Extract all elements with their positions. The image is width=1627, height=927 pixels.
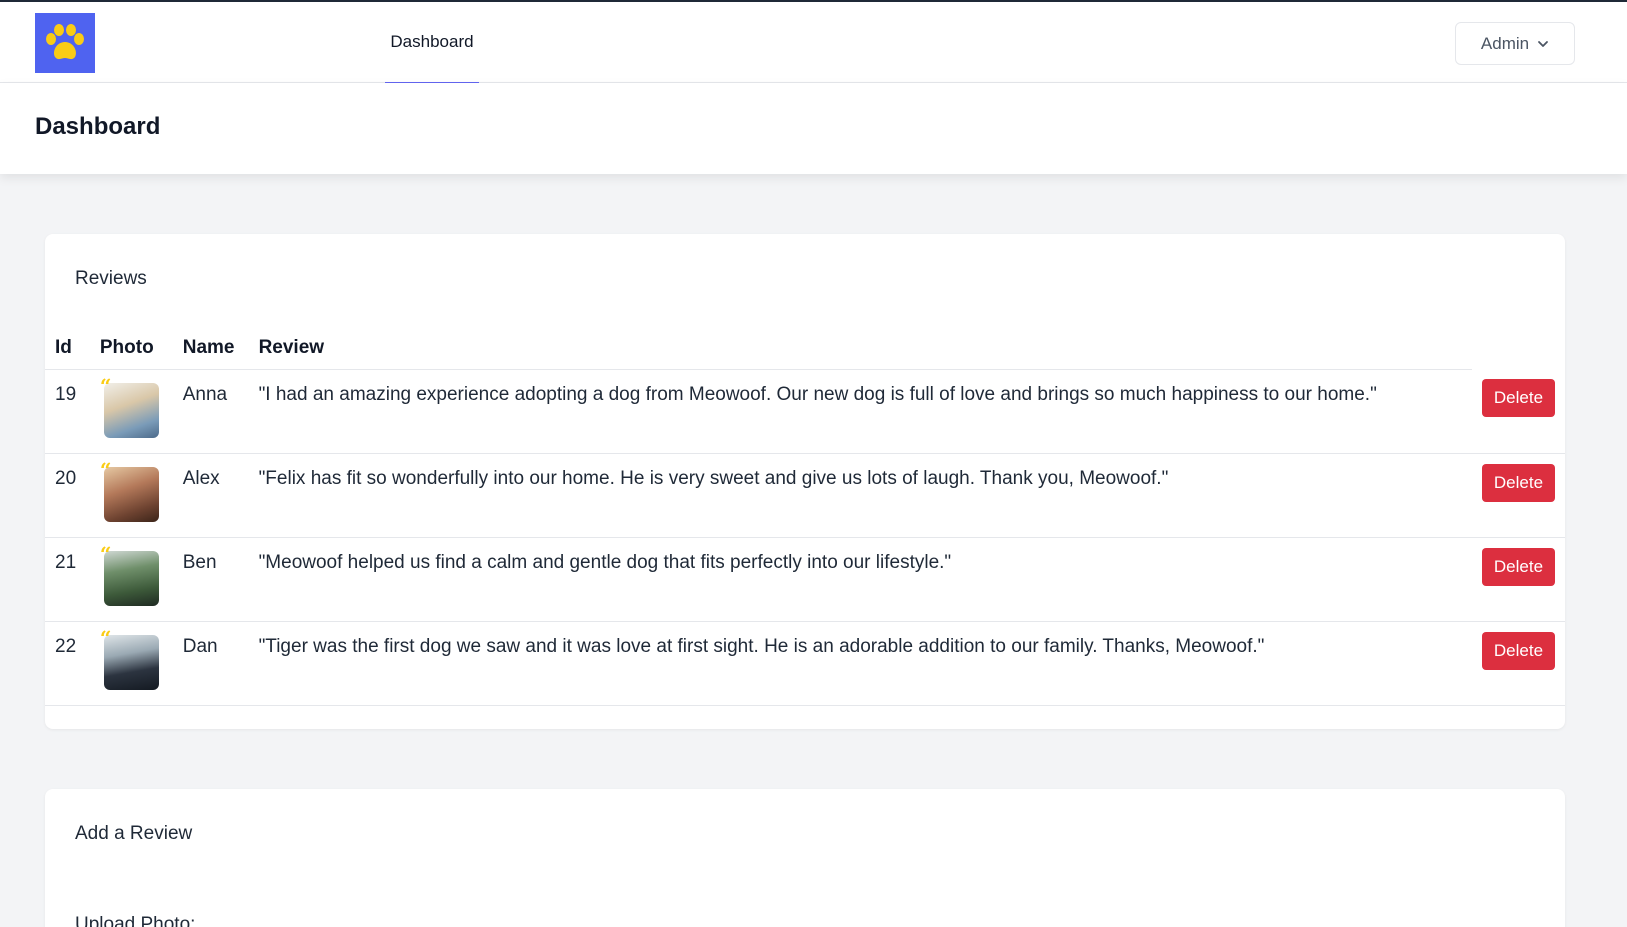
review-actions: Delete bbox=[1471, 369, 1565, 454]
review-photo: “ bbox=[100, 544, 159, 606]
paw-icon bbox=[46, 24, 84, 60]
delete-button[interactable]: Delete bbox=[1481, 547, 1555, 586]
review-actions: Delete bbox=[1471, 537, 1565, 622]
review-photo-cell: “ bbox=[89, 453, 173, 538]
add-review-title: Add a Review bbox=[75, 823, 193, 844]
review-text: "Meowoof helped us find a calm and gentl… bbox=[248, 537, 1472, 622]
admin-menu-button[interactable]: Admin bbox=[1455, 22, 1575, 65]
review-photo-cell: “ bbox=[89, 537, 173, 622]
review-id: 22 bbox=[45, 621, 90, 706]
reviews-table: Id Photo Name Review 19 “ Anna "I had an… bbox=[45, 327, 1565, 706]
review-id: 21 bbox=[45, 537, 90, 622]
column-header-name: Name bbox=[172, 327, 249, 370]
admin-menu-label: Admin bbox=[1480, 33, 1530, 53]
table-header-row: Id Photo Name Review bbox=[45, 327, 1565, 370]
review-id: 19 bbox=[45, 369, 90, 454]
review-name: Anna bbox=[172, 369, 249, 454]
review-photo-cell: “ bbox=[89, 621, 173, 706]
review-text: "Tiger was the first dog we saw and it w… bbox=[248, 621, 1472, 706]
table-row: 20 “ Alex "Felix has fit so wonderfully … bbox=[45, 453, 1565, 538]
review-name: Alex bbox=[172, 453, 249, 538]
quote-icon: “ bbox=[99, 373, 112, 398]
review-text: "I had an amazing experience adopting a … bbox=[248, 369, 1472, 454]
chevron-down-icon bbox=[1538, 40, 1548, 47]
page-title: Dashboard bbox=[35, 113, 161, 140]
logo[interactable] bbox=[35, 13, 95, 73]
top-navbar: Dashboard Admin bbox=[0, 0, 1627, 84]
table-row: 19 “ Anna "I had an amazing experience a… bbox=[45, 369, 1565, 454]
page-header: Dashboard bbox=[0, 83, 1627, 174]
delete-button[interactable]: Delete bbox=[1481, 631, 1555, 670]
quote-icon: “ bbox=[99, 625, 112, 650]
review-actions: Delete bbox=[1471, 621, 1565, 706]
column-header-review: Review bbox=[248, 327, 1472, 370]
add-review-card: Add a Review Upload Photo: bbox=[45, 789, 1565, 927]
review-name: Ben bbox=[172, 537, 249, 622]
tab-dashboard-label: Dashboard bbox=[390, 32, 474, 51]
review-photo-cell: “ bbox=[89, 369, 173, 454]
column-header-id: Id bbox=[45, 327, 90, 370]
review-photo: “ bbox=[100, 628, 159, 690]
table-row: 22 “ Dan "Tiger was the first dog we saw… bbox=[45, 621, 1565, 706]
review-photo: “ bbox=[100, 376, 159, 438]
quote-icon: “ bbox=[99, 457, 112, 482]
delete-button[interactable]: Delete bbox=[1481, 379, 1555, 417]
quote-icon: “ bbox=[99, 541, 112, 566]
review-name: Dan bbox=[172, 621, 249, 706]
reviews-card: Reviews Id Photo Name Review 19 “ Anna "… bbox=[45, 234, 1565, 729]
review-actions: Delete bbox=[1471, 453, 1565, 538]
reviews-title: Reviews bbox=[75, 268, 147, 289]
review-photo: “ bbox=[100, 460, 159, 522]
review-text: "Felix has fit so wonderfully into our h… bbox=[248, 453, 1472, 538]
column-header-actions bbox=[1472, 327, 1565, 369]
delete-button[interactable]: Delete bbox=[1481, 463, 1555, 502]
tab-dashboard[interactable]: Dashboard bbox=[385, 2, 479, 84]
upload-photo-label: Upload Photo: bbox=[75, 914, 196, 927]
column-header-photo: Photo bbox=[89, 327, 173, 370]
table-row: 21 “ Ben "Meowoof helped us find a calm … bbox=[45, 537, 1565, 622]
review-id: 20 bbox=[45, 453, 90, 538]
